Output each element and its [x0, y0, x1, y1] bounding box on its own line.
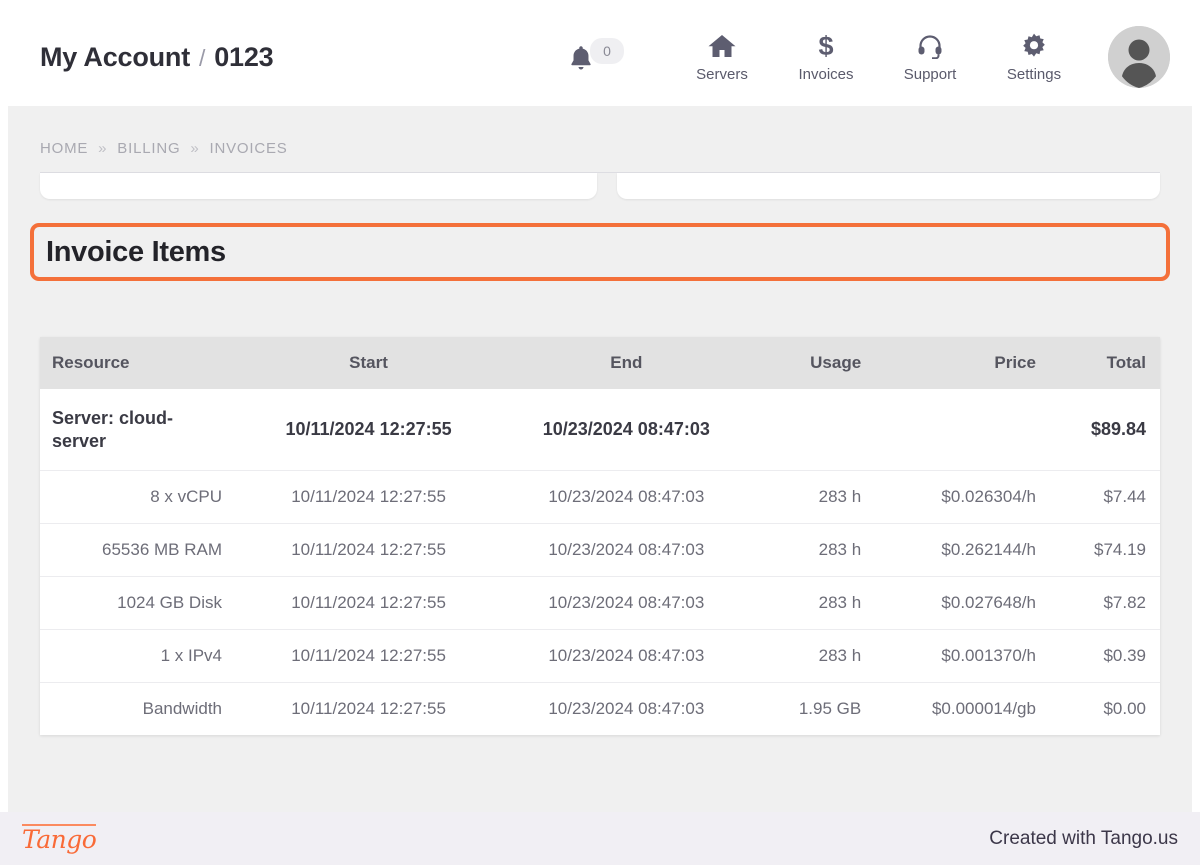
table-row[interactable]: 8 x vCPU 10/11/2024 12:27:55 10/23/2024 …: [40, 469, 1160, 524]
table-row[interactable]: 1024 GB Disk 10/11/2024 12:27:55 10/23/2…: [40, 576, 1160, 630]
cell-resource: 1024 GB Disk: [40, 576, 240, 630]
cell-price: [875, 389, 1050, 471]
column-header-end[interactable]: End: [497, 337, 756, 389]
header-actions: 0 Servers $ Invoices Support Settings: [568, 26, 1170, 88]
nav-item-servers[interactable]: Servers: [670, 31, 774, 83]
tango-footer: Tango Created with Tango.us: [0, 812, 1200, 865]
breadcrumb: HOME » BILLING » INVOICES: [30, 106, 1170, 157]
cell-end: 10/23/2024 08:47:03: [542, 419, 710, 439]
nav-item-support[interactable]: Support: [878, 31, 982, 83]
cell-total: $89.84: [1090, 419, 1146, 439]
nav-label-servers: Servers: [696, 66, 748, 83]
cell-price: $0.027648/h: [875, 576, 1050, 630]
cell-price: $0.000014/gb: [875, 682, 1050, 736]
column-header-total[interactable]: Total: [1049, 337, 1160, 389]
nav-label-settings: Settings: [1006, 66, 1062, 83]
cell-price: $0.026304/h: [875, 469, 1050, 524]
section-heading: Invoice Items: [46, 235, 226, 268]
cell-end: 10/23/2024 08:47:03: [497, 629, 756, 683]
cell-start: 10/11/2024 12:27:55: [240, 682, 498, 736]
cell-usage: [756, 389, 876, 471]
cell-total: $7.82: [1049, 576, 1160, 630]
dollar-icon: $: [816, 31, 836, 61]
cell-total: $7.44: [1049, 469, 1160, 524]
invoice-items-table-card: Resource Start End Usage Price Total Ser…: [40, 337, 1160, 736]
table-row[interactable]: Bandwidth 10/11/2024 12:27:55 10/23/2024…: [40, 682, 1160, 736]
summary-cards-row: [40, 173, 1160, 199]
summary-card-left: [40, 173, 597, 199]
avatar[interactable]: [1108, 26, 1170, 88]
breadcrumb-chevron-icon: »: [190, 140, 200, 157]
home-icon: [707, 31, 737, 61]
table-head: Resource Start End Usage Price Total: [40, 337, 1160, 389]
cell-usage: 283 h: [755, 469, 876, 524]
cell-resource: 8 x vCPU: [40, 469, 240, 524]
cell-usage: 283 h: [755, 629, 876, 683]
cell-start: 10/11/2024 12:27:55: [240, 576, 498, 630]
cell-start: 10/11/2024 12:27:55: [240, 629, 498, 683]
table-row[interactable]: 1 x IPv4 10/11/2024 12:27:55 10/23/2024 …: [40, 629, 1160, 683]
breadcrumb-chevron-icon: »: [98, 140, 108, 157]
nav-item-invoices[interactable]: $ Invoices: [774, 31, 878, 83]
table-row[interactable]: Server: cloud-server 10/11/2024 12:27:55…: [40, 389, 1160, 471]
summary-card-right: [617, 173, 1160, 199]
invoice-items-table: Resource Start End Usage Price Total Ser…: [40, 337, 1160, 736]
cell-total: $0.00: [1049, 682, 1160, 736]
tango-logo: Tango: [22, 823, 97, 854]
cell-resource: Server: cloud-server: [52, 408, 174, 451]
cell-start: 10/11/2024 12:27:55: [285, 419, 452, 439]
svg-text:$: $: [818, 31, 833, 61]
breadcrumb-item-invoices[interactable]: INVOICES: [210, 140, 288, 157]
gear-icon: [1020, 31, 1048, 61]
nav-label-invoices: Invoices: [798, 66, 854, 83]
app-window: My Account / 0123 0 Servers $ Invoices Sup…: [0, 0, 1200, 865]
cell-start: 10/11/2024 12:27:55: [240, 469, 498, 524]
account-label: My Account: [40, 41, 191, 72]
column-header-resource[interactable]: Resource: [40, 337, 240, 389]
cell-total: $0.39: [1049, 629, 1160, 683]
cell-resource: 1 x IPv4: [40, 629, 240, 683]
invoice-items-highlight: Invoice Items: [30, 223, 1170, 281]
nav-item-settings[interactable]: Settings: [982, 31, 1086, 83]
cell-resource: 65536 MB RAM: [40, 523, 240, 577]
page-title: My Account / 0123: [40, 41, 274, 73]
cell-price: $0.001370/h: [875, 629, 1050, 683]
column-header-usage[interactable]: Usage: [755, 337, 876, 389]
cell-end: 10/23/2024 08:47:03: [497, 469, 756, 524]
column-header-price[interactable]: Price: [875, 337, 1050, 389]
breadcrumb-item-home[interactable]: HOME: [40, 140, 88, 157]
table-body: Server: cloud-server 10/11/2024 12:27:55…: [40, 389, 1160, 736]
cell-price: $0.262144/h: [875, 523, 1050, 577]
title-separator: /: [199, 44, 206, 71]
breadcrumb-item-billing[interactable]: BILLING: [117, 140, 180, 157]
cell-start: 10/11/2024 12:27:55: [240, 523, 498, 577]
footer-note: Created with Tango.us: [989, 827, 1178, 849]
account-id: 0123: [214, 41, 274, 72]
table-header-row: Resource Start End Usage Price Total: [40, 337, 1160, 389]
column-header-start[interactable]: Start: [240, 337, 498, 389]
notifications-button[interactable]: 0: [568, 38, 624, 74]
cell-end: 10/23/2024 08:47:03: [497, 523, 756, 577]
cell-usage: 283 h: [755, 523, 876, 577]
headset-icon: [916, 31, 944, 61]
cell-end: 10/23/2024 08:47:03: [497, 682, 756, 736]
cell-resource: Bandwidth: [40, 682, 240, 736]
page-body: HOME » BILLING » INVOICES Invoice Items …: [8, 106, 1192, 836]
notification-count-badge: 0: [590, 38, 624, 64]
nav-label-support: Support: [903, 66, 957, 83]
cell-usage: 283 h: [755, 576, 876, 630]
cell-total: $74.19: [1049, 523, 1160, 577]
table-row[interactable]: 65536 MB RAM 10/11/2024 12:27:55 10/23/2…: [40, 523, 1160, 577]
cell-usage: 1.95 GB: [755, 682, 876, 736]
top-header: My Account / 0123 0 Servers $ Invoices Sup…: [8, 8, 1192, 106]
cell-end: 10/23/2024 08:47:03: [497, 576, 756, 630]
